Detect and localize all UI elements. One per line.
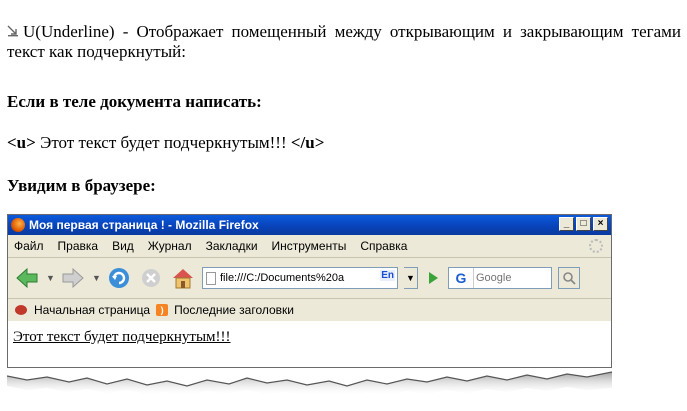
search-input[interactable] [474,271,540,285]
code-example: <u> Этот текст будет подчеркнутым!!! </u… [7,133,324,153]
document-body: U(Underline) - Отображает помещенный меж… [7,22,681,62]
reload-button[interactable] [106,265,132,291]
google-icon[interactable]: G [449,268,474,288]
firefox-bookmark-icon [15,305,27,315]
go-arrow-icon [429,272,438,284]
torn-edge [7,371,612,396]
menu-view[interactable]: Вид [112,239,134,253]
underlined-text: Этот текст будет подчеркнутым!!! [13,329,231,345]
window-title: Моя первая страница ! - Mozilla Firefox [29,218,259,232]
back-arrow-icon [16,267,38,289]
forward-dropdown[interactable]: ▼ [92,273,101,283]
close-button[interactable]: × [593,217,608,231]
code-text: Этот текст будет подчеркнутым!!! [35,133,291,152]
minimize-button[interactable]: _ [559,217,574,231]
search-box: G [448,267,552,289]
address-bar[interactable]: file:///C:/Documents%20a En [202,267,398,289]
title-bar: Моя первая страница ! - Mozilla Firefox … [8,215,611,235]
menu-help[interactable]: Справка [360,239,407,253]
menu-edit[interactable]: Правка [58,239,99,253]
address-text: file:///C:/Documents%20a [220,272,345,284]
firefox-logo-icon [11,218,25,232]
maximize-button[interactable]: □ [576,217,591,231]
menu-tools[interactable]: Инструменты [272,239,347,253]
forward-button[interactable] [60,265,86,291]
menu-bookmarks[interactable]: Закладки [206,239,258,253]
go-button[interactable] [424,267,442,289]
back-button[interactable] [14,265,40,291]
paragraph-underline: U(Underline) - Отображает помещенный меж… [7,22,681,61]
magnifier-icon [563,272,576,285]
rss-icon: ) [156,304,169,316]
bookmarks-toolbar: Начальная страница ) Последние заголовки [8,299,611,322]
menu-file[interactable]: Файл [14,239,44,253]
forward-arrow-icon [62,267,84,289]
menu-history[interactable]: Журнал [148,239,192,253]
navigation-toolbar: ▼ ▼ file:///C:/Documents%20a En ▼ G [8,258,611,299]
code-close-tag: </u> [290,133,325,152]
bullet-icon [7,25,18,37]
bookmark-home[interactable]: Начальная страница [34,303,150,317]
home-button[interactable] [170,265,196,291]
back-dropdown[interactable]: ▼ [46,273,55,283]
address-dropdown[interactable]: ▼ [404,267,418,289]
reload-icon [109,268,129,288]
page-icon [206,271,216,285]
search-button[interactable] [558,267,580,289]
heading-see-browser: Увидим в браузере: [7,176,156,195]
home-icon [173,269,193,289]
page-content: Этот текст будет подчеркнутым!!! [8,321,611,367]
bookmark-latest-headlines[interactable]: Последние заголовки [174,303,294,317]
menu-bar: Файл Правка Вид Журнал Закладки Инструме… [8,235,611,258]
code-open-tag: <u> [7,133,36,152]
language-indicator: En [380,270,395,281]
throbber-icon [589,239,603,253]
stop-button[interactable] [138,265,164,291]
heading-if-write: Если в теле документа написать: [7,92,262,111]
browser-window: Моя первая страница ! - Mozilla Firefox … [7,214,612,368]
stop-icon [142,269,160,287]
window-controls: _ □ × [559,217,608,231]
